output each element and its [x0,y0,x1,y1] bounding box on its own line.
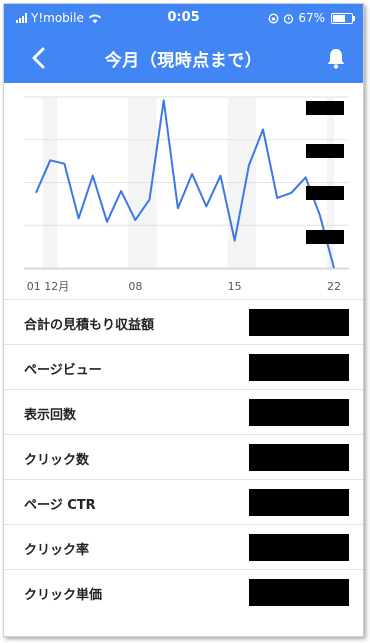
back-arrow-icon[interactable] [26,45,52,71]
metric-label: ページビュー [24,363,102,378]
y-tick-label-redacted [306,230,344,244]
metric-value-redacted [249,534,349,561]
x-tick-label: 01 12月 [27,280,70,293]
metrics-list: 合計の見積もり収益額 ページビュー 表示回数 クリック数 ページ CTR クリッ… [4,299,363,614]
metric-row-page-views[interactable]: ページビュー [4,344,363,389]
metric-value-redacted [249,579,349,606]
battery-percent: 67% [298,11,325,25]
metric-value-redacted [249,444,349,471]
chart-svg: 01 12月 08 15 22 [24,96,349,293]
metric-value-redacted [249,399,349,426]
metric-row-cpc[interactable]: クリック単価 [4,569,363,614]
y-tick-label-redacted [306,186,344,200]
x-tick-label: 08 [128,280,142,293]
page-title: 今月（現時点まで） [104,51,263,71]
metric-row-click-rate[interactable]: クリック率 [4,524,363,569]
x-tick-label: 15 [228,280,242,293]
metric-label: クリック率 [24,543,90,558]
metric-label: 合計の見積もり収益額 [24,318,155,333]
series-line [35,99,335,269]
y-tick-label-redacted [306,101,344,115]
metric-value-redacted [249,489,349,516]
metric-label: 表示回数 [24,408,77,423]
metric-label: クリック数 [24,453,90,468]
metric-row-estimated-earnings[interactable]: 合計の見積もり収益額 [4,299,363,344]
alarm-icon [284,13,294,24]
app-frame: Y!mobile 0:05 67% 今月（現時点まで） 01 12月 08 15 22… [3,3,364,637]
bell-icon[interactable] [323,45,349,71]
metric-row-clicks[interactable]: クリック数 [4,434,363,479]
earnings-chart: 01 12月 08 15 22 [4,83,363,298]
y-tick-label-redacted [306,144,344,158]
rotation-lock-icon [268,13,279,23]
status-bar: Y!mobile 0:05 67% [4,4,363,33]
x-tick-label: 22 [327,280,341,293]
metric-label: クリック単価 [24,588,103,603]
battery-icon [331,12,355,24]
metric-row-page-ctr[interactable]: ページ CTR [4,479,363,524]
app-bar: 今月（現時点まで） [4,33,363,83]
metric-label: ページ CTR [24,498,96,513]
metric-row-impressions[interactable]: 表示回数 [4,389,363,434]
metric-value-redacted [249,354,349,381]
metric-value-redacted [249,309,349,336]
